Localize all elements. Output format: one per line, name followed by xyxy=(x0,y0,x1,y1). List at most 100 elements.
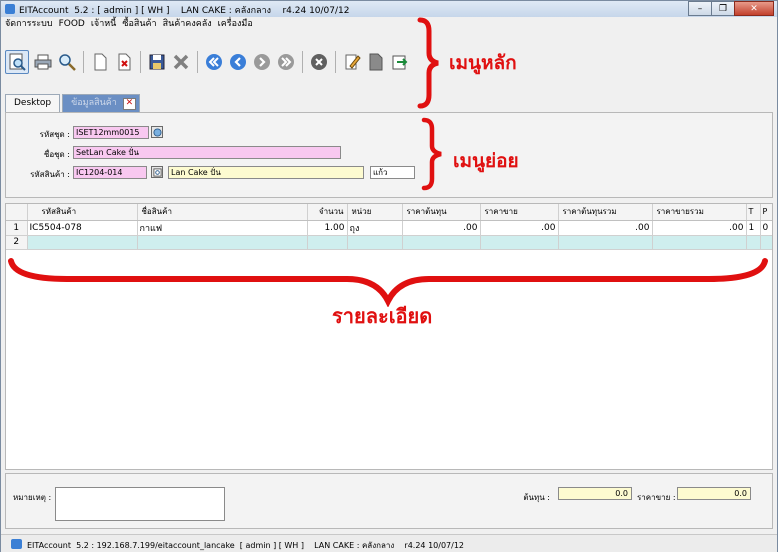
sub-menu-annotation: เมนูย่อย xyxy=(453,150,519,172)
menu-inventory[interactable]: สินค้าคงคลัง xyxy=(163,17,212,32)
set-name-field[interactable]: SetLan Cake ปั่น xyxy=(73,146,341,159)
document-button[interactable] xyxy=(366,52,386,72)
edit-icon xyxy=(345,54,361,70)
main-toolbar xyxy=(5,37,414,87)
cell-sale-price[interactable] xyxy=(480,235,559,250)
cell-quantity[interactable]: 1.00 xyxy=(307,220,348,236)
window-title: EITAccount 5.2 : [ admin ] [ WH ] LAN CA… xyxy=(19,6,350,16)
close-icon: ✕ xyxy=(125,98,134,108)
cell-product-name[interactable]: กาแฟ xyxy=(137,220,308,236)
column-header[interactable]: T xyxy=(746,204,761,221)
note-textarea[interactable] xyxy=(55,487,225,521)
globe-icon xyxy=(152,127,162,137)
cost-label: ต้นทุน : xyxy=(523,493,550,502)
product-code-field[interactable]: IC1204-014 xyxy=(73,166,147,179)
table-row[interactable]: 1 IC5504-078 กาแฟ 1.00 ถุง .00 .00 .00 .… xyxy=(6,220,772,236)
cell-total-sale[interactable]: .00 xyxy=(652,220,747,236)
first-record-button[interactable] xyxy=(204,52,224,72)
previous-record-icon xyxy=(230,54,246,70)
print-button[interactable] xyxy=(33,52,53,72)
product-code-label: รหัสสินค้า : xyxy=(30,170,70,179)
set-code-field[interactable]: ISET12mm0015 xyxy=(73,126,149,139)
printer-icon xyxy=(34,54,52,70)
footer-panel: หมายเหตุ : ต้นทุน : 0.0 ราคาขาย : 0.0 xyxy=(5,473,773,529)
column-header[interactable]: P xyxy=(760,204,772,221)
delete-document-button[interactable] xyxy=(114,52,134,72)
cell-total-cost[interactable] xyxy=(558,235,653,250)
menu-purchase[interactable]: ซื้อสินค้า xyxy=(122,17,156,32)
column-header[interactable]: ชื่อสินค้า xyxy=(137,204,308,221)
row-number: 2 xyxy=(6,235,28,250)
save-icon xyxy=(149,54,165,70)
column-header[interactable]: ราคาต้นทุนรวม xyxy=(558,204,653,221)
cost-field[interactable]: 0.0 xyxy=(558,487,632,500)
next-record-button[interactable] xyxy=(252,52,272,72)
save-button[interactable] xyxy=(147,52,167,72)
app-icon xyxy=(5,4,15,14)
title-bar: EITAccount 5.2 : [ admin ] [ WH ] LAN CA… xyxy=(1,1,777,17)
last-record-button[interactable] xyxy=(276,52,296,72)
menu-creditor[interactable]: เจ้าหนี้ xyxy=(91,17,117,32)
minimize-button[interactable]: – xyxy=(688,1,712,16)
note-label: หมายเหตุ : xyxy=(13,493,52,502)
details-annotation: รายละเอียด xyxy=(332,304,433,328)
maximize-button[interactable]: ❐ xyxy=(711,1,735,16)
tab-close-button[interactable]: ✕ xyxy=(122,97,136,110)
exit-button[interactable] xyxy=(309,52,329,72)
cell-total-sale[interactable] xyxy=(652,235,747,250)
cell-total-cost[interactable]: .00 xyxy=(558,220,653,236)
cell-cost-price[interactable] xyxy=(402,235,481,250)
cell-product-name[interactable] xyxy=(137,235,308,250)
header-panel: รหัสชุด : ISET12mm0015 ชื่อชุด : SetLan … xyxy=(5,112,773,198)
export-button[interactable] xyxy=(390,52,410,72)
search-button[interactable] xyxy=(57,52,77,72)
toolbar-separator xyxy=(335,51,336,73)
tab-desktop[interactable]: Desktop xyxy=(5,94,61,112)
cell-unit[interactable] xyxy=(347,235,403,250)
document-icon xyxy=(369,53,383,71)
cell-product-code[interactable]: IC5504-078 xyxy=(27,220,138,236)
cell-p[interactable]: 0 xyxy=(760,220,772,236)
product-lookup-button[interactable] xyxy=(151,166,163,178)
detail-table: รหัสสินค้า ชื่อสินค้า จำนวน หน่วย ราคาต้… xyxy=(6,204,772,250)
unit-value: แก้ว xyxy=(373,168,388,177)
cell-cost-price[interactable]: .00 xyxy=(402,220,481,236)
menu-system[interactable]: จัดการระบบ xyxy=(5,17,53,32)
column-header[interactable]: จำนวน xyxy=(307,204,348,221)
app-window: EITAccount 5.2 : [ admin ] [ WH ] LAN CA… xyxy=(0,0,778,552)
column-header[interactable]: ราคาขาย xyxy=(480,204,559,221)
column-header[interactable]: รหัสสินค้า xyxy=(27,204,138,221)
column-header[interactable]: หน่วย xyxy=(347,204,403,221)
cell-t[interactable] xyxy=(746,235,761,250)
price-field[interactable]: 0.0 xyxy=(677,487,751,500)
product-name-field[interactable]: Lan Cake ปั่น xyxy=(168,166,364,179)
menu-food[interactable]: FOOD xyxy=(59,17,85,32)
cell-quantity[interactable] xyxy=(307,235,348,250)
previous-record-button[interactable] xyxy=(228,52,248,72)
unit-field[interactable]: แก้ว xyxy=(370,166,415,179)
cell-p[interactable] xyxy=(760,235,772,250)
first-record-icon xyxy=(206,54,222,70)
cancel-button[interactable] xyxy=(171,52,191,72)
close-window-button[interactable]: ✕ xyxy=(734,1,774,16)
cell-unit[interactable]: ถุง xyxy=(347,220,403,236)
tab-product-info[interactable]: ข้อมูลสินค้า ✕ xyxy=(62,94,140,112)
tab-product-info-label: ข้อมูลสินค้า xyxy=(71,98,117,108)
column-header[interactable]: ราคาต้นทุน xyxy=(402,204,481,221)
table-row[interactable]: 2 xyxy=(6,235,772,250)
column-header[interactable]: ราคาขายรวม xyxy=(652,204,747,221)
price-label: ราคาขาย : xyxy=(637,493,676,502)
set-code-lookup-button[interactable] xyxy=(151,126,163,138)
tab-bar: Desktop ข้อมูลสินค้า ✕ xyxy=(5,94,142,112)
toolbar-separator xyxy=(302,51,303,73)
app-status-icon xyxy=(11,539,22,549)
new-button[interactable] xyxy=(90,52,110,72)
exit-icon xyxy=(311,54,327,70)
cell-product-code[interactable] xyxy=(27,235,138,250)
edit-button[interactable] xyxy=(342,52,362,72)
menu-tools[interactable]: เครื่องมือ xyxy=(218,17,253,32)
preview-button[interactable] xyxy=(5,50,29,74)
cell-t[interactable]: 1 xyxy=(746,220,761,236)
cell-sale-price[interactable]: .00 xyxy=(480,220,559,236)
preview-icon xyxy=(9,53,26,71)
